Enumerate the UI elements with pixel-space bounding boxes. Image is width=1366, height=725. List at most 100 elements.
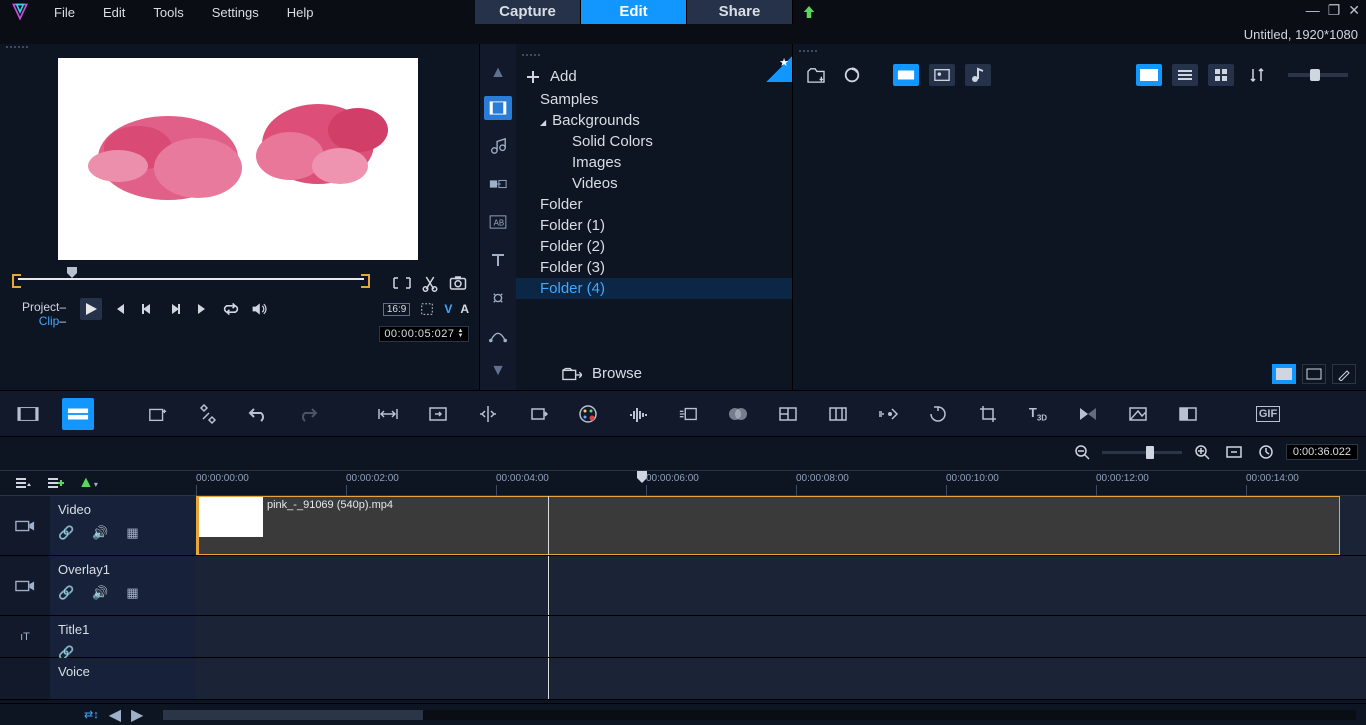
library-add[interactable]: Add xyxy=(516,64,792,89)
tree-item[interactable]: Samples xyxy=(516,89,792,110)
storyboard-view-icon[interactable] xyxy=(12,398,44,430)
thumbnail-size-slider[interactable] xyxy=(1288,73,1348,77)
track-body[interactable] xyxy=(196,658,1366,699)
edit-external-icon[interactable] xyxy=(1332,364,1356,384)
track-body[interactable] xyxy=(196,556,1366,615)
track-header[interactable]: Video🔗🔊▦ xyxy=(50,496,196,555)
aspect-ratio-badge[interactable]: 16:9 xyxy=(383,303,410,316)
label-clip[interactable]: Clip xyxy=(39,314,60,328)
zoom-selection-icon[interactable] xyxy=(422,398,454,430)
grid-icon[interactable] xyxy=(822,398,854,430)
split-clip-icon[interactable] xyxy=(419,272,441,294)
transition-tool-icon[interactable] xyxy=(1072,398,1104,430)
tree-item[interactable]: Folder xyxy=(516,194,792,215)
lib-tab-title[interactable]: AB xyxy=(484,210,512,234)
tree-item[interactable]: Images xyxy=(516,152,792,173)
menu-file[interactable]: File xyxy=(40,3,89,22)
capture-icon[interactable] xyxy=(839,64,865,86)
next-frame-button[interactable] xyxy=(164,298,186,320)
maximize-button[interactable]: ❐ xyxy=(1328,2,1341,19)
letter-v[interactable]: V xyxy=(444,302,452,316)
tree-item[interactable]: Folder (3) xyxy=(516,257,792,278)
motion-icon[interactable] xyxy=(672,398,704,430)
scroll-right-icon[interactable]: ▶ xyxy=(131,705,143,725)
reverse-icon[interactable] xyxy=(922,398,954,430)
speaker-icon[interactable]: 🔊 xyxy=(92,585,108,601)
letter-a[interactable]: A xyxy=(460,302,469,316)
library-browse[interactable]: Browse xyxy=(562,365,642,382)
timecode-spinner[interactable]: ▲▼ xyxy=(458,329,464,339)
panel-drag-handle[interactable] xyxy=(516,52,792,64)
panel-drag-handle[interactable] xyxy=(0,44,479,56)
tree-item[interactable]: Videos xyxy=(516,173,792,194)
zoom-out-icon[interactable] xyxy=(1070,441,1094,463)
horizontal-scrollbar[interactable] xyxy=(163,710,1356,720)
menu-help[interactable]: Help xyxy=(273,3,328,22)
undo-icon[interactable] xyxy=(242,398,274,430)
overlay-fx-icon[interactable] xyxy=(1122,398,1154,430)
show-library-icon[interactable] xyxy=(1272,364,1296,384)
filter-audio-chip[interactable] xyxy=(965,64,991,86)
lib-tab-sound[interactable] xyxy=(484,134,512,158)
show-options-icon[interactable] xyxy=(1302,364,1326,384)
timeline-clip[interactable]: pink_-_91069 (540p).mp4 xyxy=(196,496,1340,555)
prev-frame-button[interactable] xyxy=(136,298,158,320)
mode-share[interactable]: Share xyxy=(687,0,793,24)
mode-edit[interactable]: Edit xyxy=(581,0,687,24)
scroll-left-icon[interactable]: ◀ xyxy=(109,705,121,725)
gif-export-icon[interactable]: GIF xyxy=(1252,398,1284,430)
track-header[interactable]: Title1🔗 xyxy=(50,616,196,657)
playhead-line[interactable] xyxy=(548,658,549,699)
lib-tab-filter[interactable] xyxy=(484,286,512,310)
lib-tab-media[interactable] xyxy=(484,96,512,120)
fx-grid-icon[interactable]: ▦ xyxy=(126,585,138,601)
timeline-view-icon[interactable] xyxy=(62,398,94,430)
ruler-area[interactable]: 00:00:00:0000:00:02:0000:00:04:0000:00:0… xyxy=(196,471,1366,495)
slip-icon[interactable] xyxy=(522,398,554,430)
chain-icon[interactable]: 🔗 xyxy=(58,585,74,601)
fit-width-icon[interactable] xyxy=(372,398,404,430)
lib-tab-path[interactable] xyxy=(484,324,512,348)
snapshot-icon[interactable] xyxy=(447,272,469,294)
loop-button[interactable] xyxy=(220,298,242,320)
import-media-icon[interactable] xyxy=(803,64,829,86)
timecode-box[interactable]: 00:00:05:027 ▲▼ xyxy=(379,326,469,342)
track-header[interactable]: Overlay1🔗🔊▦ xyxy=(50,556,196,615)
chroma-icon[interactable] xyxy=(1172,398,1204,430)
tree-item[interactable]: Solid Colors xyxy=(516,131,792,152)
fit-project-icon[interactable] xyxy=(1222,441,1246,463)
playhead-line[interactable] xyxy=(548,556,549,615)
redo-icon[interactable] xyxy=(292,398,324,430)
tool-fix-icon[interactable] xyxy=(192,398,224,430)
filter-photo-chip[interactable] xyxy=(929,64,955,86)
text-3d-icon[interactable]: T3D xyxy=(1022,398,1054,430)
scrub-marker-icon[interactable] xyxy=(66,266,78,278)
add-track-icon[interactable] xyxy=(46,476,64,490)
speaker-icon[interactable]: 🔊 xyxy=(92,525,108,541)
tool-1-icon[interactable] xyxy=(142,398,174,430)
menu-edit[interactable]: Edit xyxy=(89,3,139,22)
tree-item[interactable]: Folder (4) xyxy=(516,278,792,299)
minimize-button[interactable]: — xyxy=(1306,2,1320,19)
view-list-icon[interactable] xyxy=(1172,64,1198,86)
track-body[interactable] xyxy=(196,616,1366,657)
tree-item[interactable]: Backgrounds xyxy=(516,110,792,131)
label-project[interactable]: Project xyxy=(22,300,59,314)
mark-in-out-icon[interactable] xyxy=(391,272,413,294)
crop-icon[interactable] xyxy=(972,398,1004,430)
track-kind-icon[interactable]: ıT xyxy=(0,616,50,657)
tree-item[interactable]: Folder (1) xyxy=(516,215,792,236)
zoom-in-icon[interactable] xyxy=(1190,441,1214,463)
scrub-track[interactable] xyxy=(18,278,364,280)
playhead-line[interactable] xyxy=(548,616,549,657)
preview-scrubber[interactable] xyxy=(14,272,368,284)
favorite-corner-icon[interactable] xyxy=(766,56,792,82)
auto-scroll-icon[interactable]: ⇄↕ xyxy=(84,708,99,721)
tree-item[interactable]: Folder (2) xyxy=(516,236,792,257)
menu-settings[interactable]: Settings xyxy=(198,3,273,22)
scroll-down-icon[interactable]: ▼ xyxy=(490,362,506,380)
playhead-line[interactable] xyxy=(548,496,549,555)
filter-video-chip[interactable] xyxy=(893,64,919,86)
track-kind-icon[interactable] xyxy=(0,496,50,555)
zoom-slider[interactable] xyxy=(1102,451,1182,454)
